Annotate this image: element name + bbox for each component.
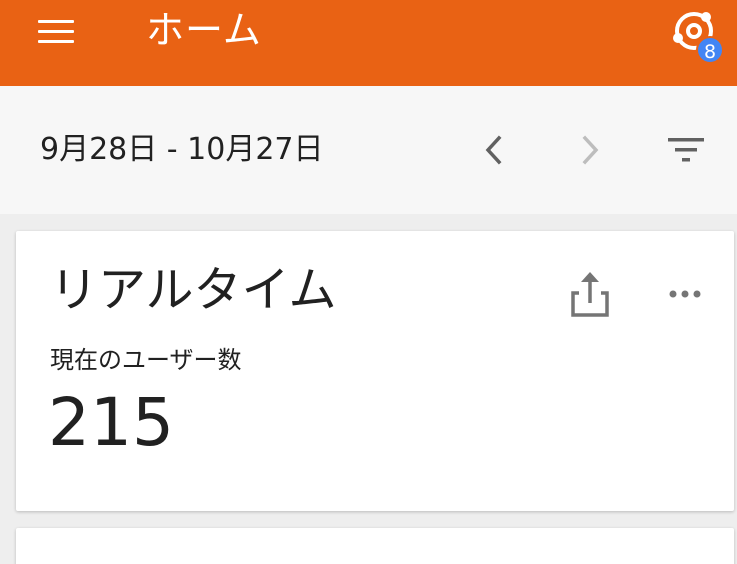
more-horizontal-icon bbox=[669, 290, 701, 298]
filter-icon bbox=[668, 138, 704, 162]
next-period-button[interactable] bbox=[574, 132, 606, 168]
filter-button[interactable] bbox=[664, 132, 708, 168]
card-title: リアルタイム bbox=[50, 262, 337, 318]
previous-period-button[interactable] bbox=[478, 132, 510, 168]
notification-badge: 8 bbox=[696, 36, 724, 64]
share-icon bbox=[571, 272, 609, 317]
metric-label: 現在のユーザー数 bbox=[50, 346, 242, 374]
realtime-card: リアルタイム 現在のユーザー数 215 bbox=[16, 231, 734, 511]
more-options-button[interactable] bbox=[666, 281, 706, 305]
chevron-left-icon bbox=[485, 135, 502, 165]
next-card bbox=[16, 528, 734, 564]
page-title: ホーム bbox=[146, 8, 262, 52]
app-bar: ホーム 8 bbox=[0, 0, 737, 86]
date-range-label[interactable]: 9月28日 - 10月27日 bbox=[40, 132, 324, 168]
menu-button[interactable] bbox=[34, 14, 78, 48]
date-range-bar: 9月28日 - 10月27日 bbox=[0, 86, 737, 214]
chevron-right-icon bbox=[582, 135, 599, 165]
metric-value: 215 bbox=[48, 384, 174, 461]
share-button[interactable] bbox=[570, 271, 610, 319]
